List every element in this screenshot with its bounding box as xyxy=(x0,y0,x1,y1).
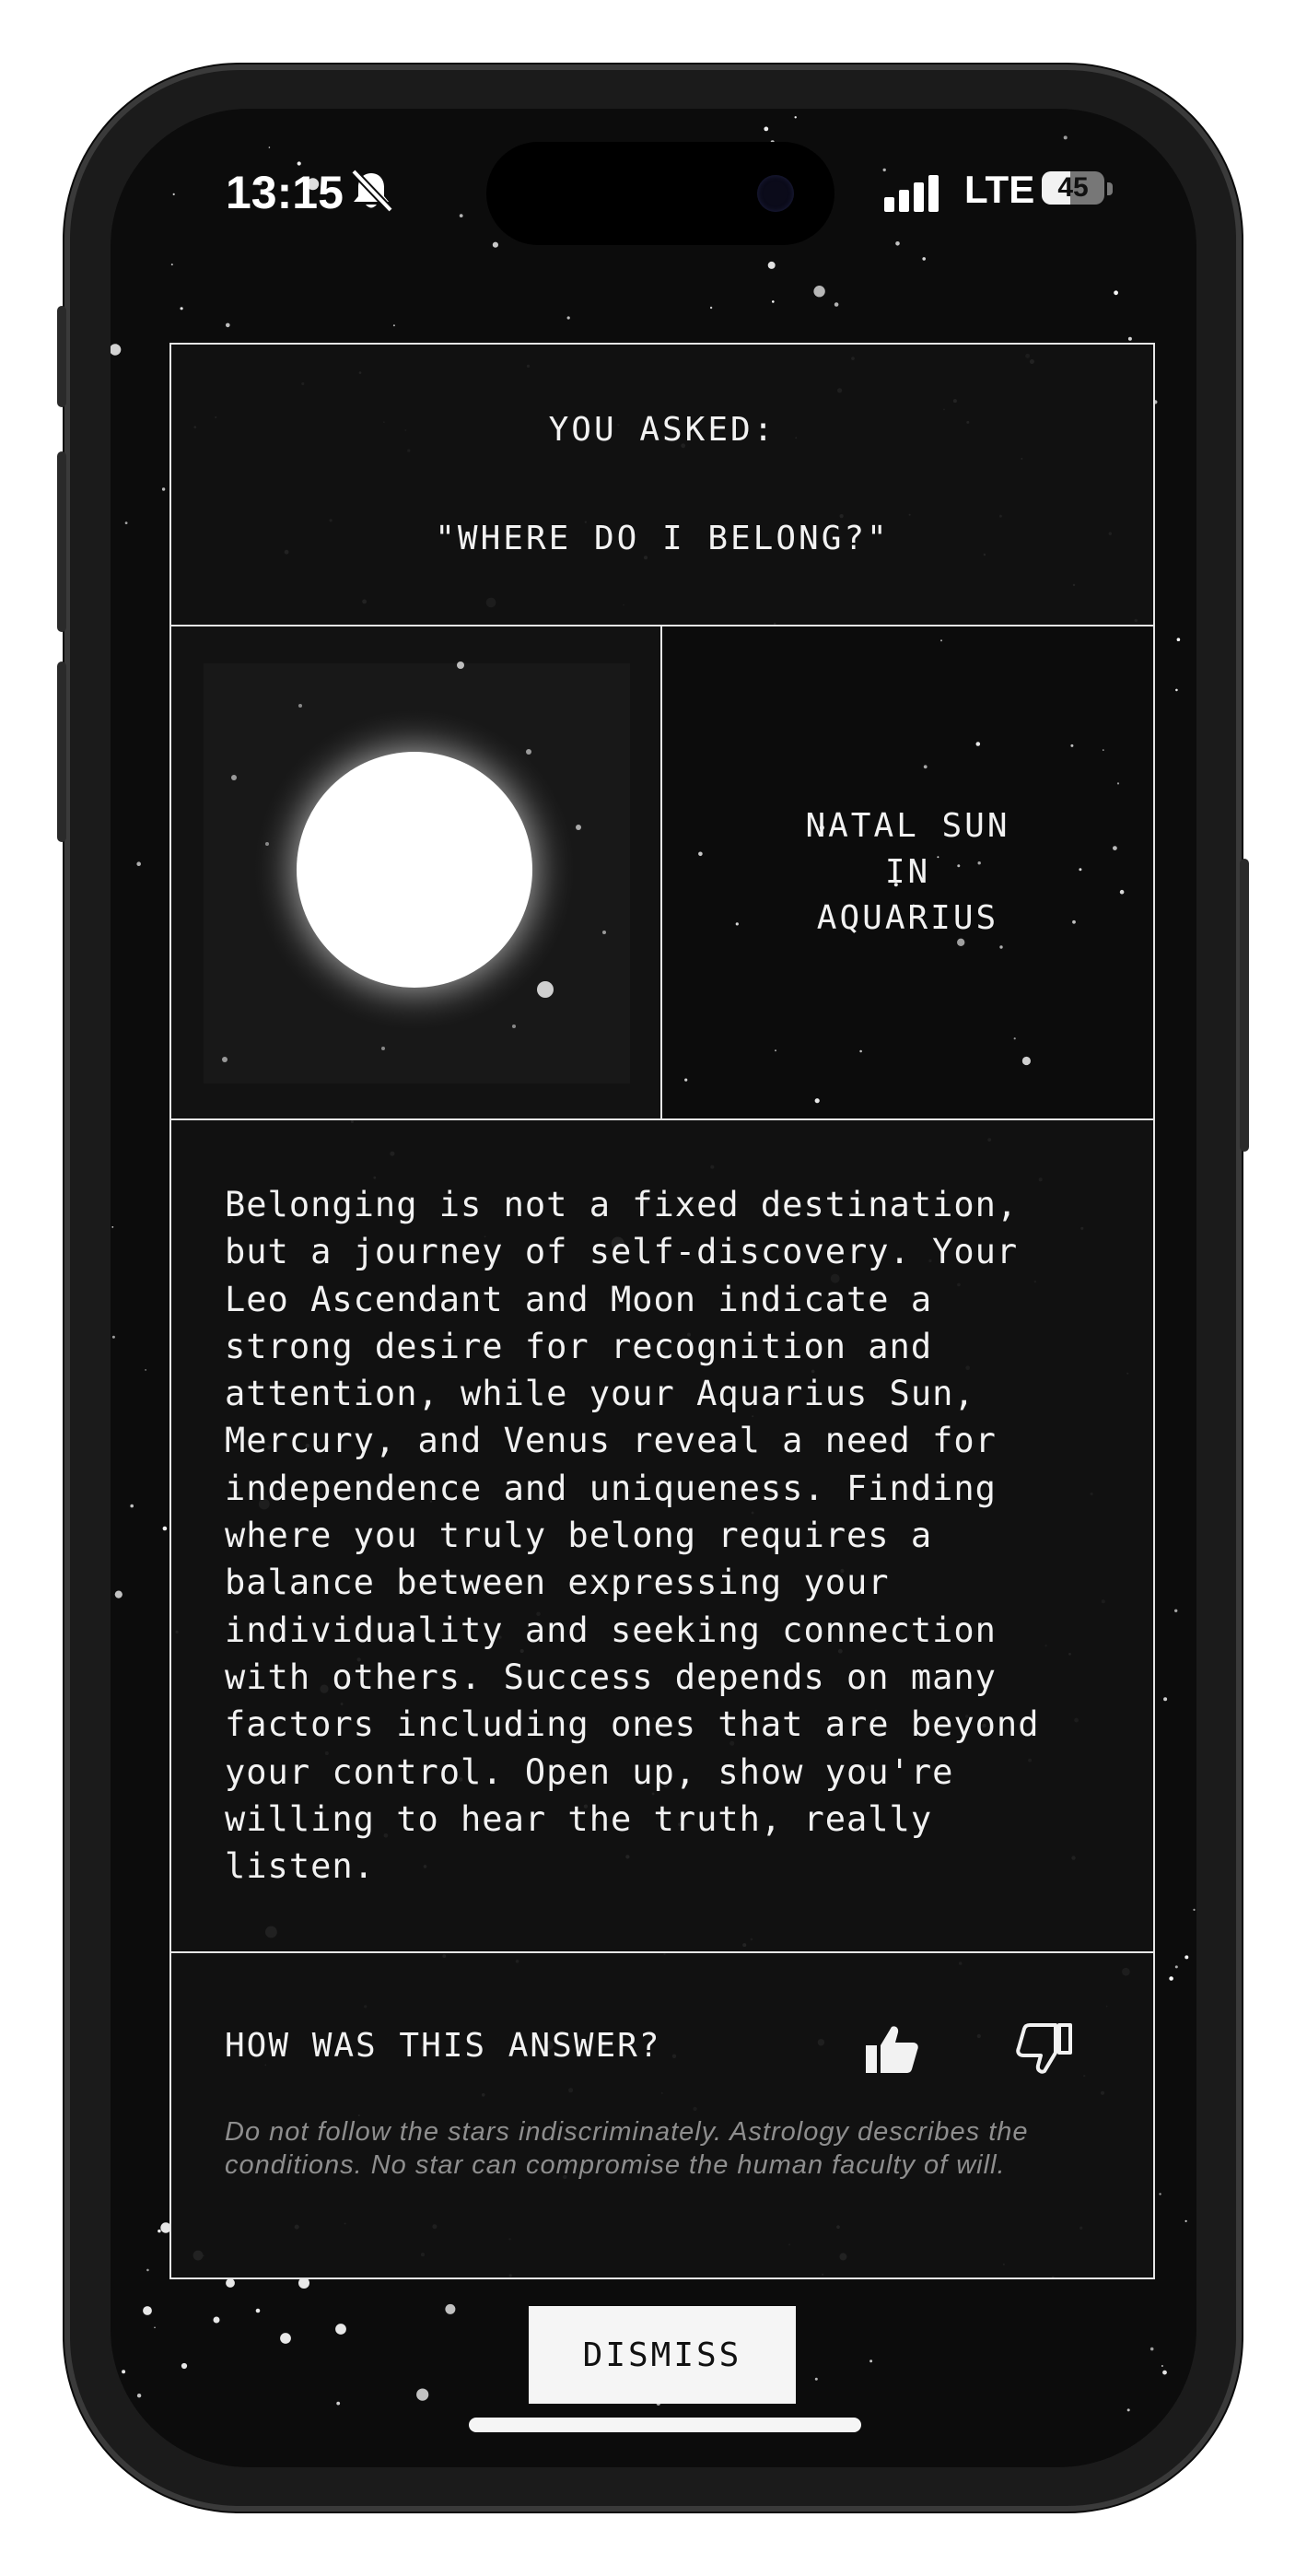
home-indicator[interactable] xyxy=(469,2418,861,2432)
star xyxy=(111,1226,114,1228)
star xyxy=(1163,1697,1168,1702)
star xyxy=(111,1335,115,1339)
front-camera xyxy=(757,175,794,212)
battery-icon: 45 xyxy=(1042,171,1104,205)
dismiss-button[interactable]: DISMISS xyxy=(529,2306,796,2404)
star xyxy=(181,2362,188,2370)
star xyxy=(136,861,141,866)
asked-label: YOU ASKED: xyxy=(548,411,776,449)
placement-text: NATAL SUN IN AQUARIUS xyxy=(805,807,1010,937)
star xyxy=(213,2316,220,2324)
answer-text: Belonging is not a fixed destination, bu… xyxy=(225,1185,1040,1887)
bell-slash-icon xyxy=(351,169,393,213)
star xyxy=(709,306,713,310)
star xyxy=(1176,638,1181,641)
star xyxy=(180,307,183,310)
feedback-section: HOW WAS THIS ANSWER? Do not follow the s… xyxy=(171,1953,1153,2277)
star xyxy=(772,300,775,303)
star xyxy=(882,168,886,172)
star xyxy=(335,2324,346,2335)
app-screen: 13:15 LTE 45 YOU ASKED: "WHERE DO I BELO… xyxy=(111,109,1196,2467)
star xyxy=(130,1504,134,1508)
star xyxy=(161,487,166,491)
network-type: LTE xyxy=(964,168,1035,211)
star xyxy=(226,2278,235,2288)
star xyxy=(226,322,230,328)
star xyxy=(1114,290,1118,296)
star xyxy=(156,2444,160,2449)
star xyxy=(145,1369,146,1371)
planet-image-cell xyxy=(171,626,662,1118)
reading-card: YOU ASKED: "WHERE DO I BELONG?" NATAL SU… xyxy=(169,343,1155,2279)
star xyxy=(794,116,797,119)
star xyxy=(459,214,463,217)
asked-question: "WHERE DO I BELONG?" xyxy=(435,520,890,557)
star xyxy=(392,324,395,327)
star xyxy=(1184,2219,1187,2222)
star xyxy=(124,521,128,524)
star xyxy=(268,146,271,148)
star xyxy=(1161,2365,1163,2367)
battery-tip xyxy=(1107,182,1113,195)
star xyxy=(764,126,769,132)
star xyxy=(297,161,301,166)
star xyxy=(767,261,776,269)
question-section: YOU ASKED: "WHERE DO I BELONG?" xyxy=(171,345,1153,626)
star xyxy=(1184,1955,1189,1960)
star xyxy=(280,2333,291,2344)
star xyxy=(1126,2408,1130,2412)
star xyxy=(1169,1976,1173,1981)
star xyxy=(1175,688,1178,692)
star xyxy=(1162,2370,1167,2375)
volume-up-button xyxy=(57,451,66,632)
placement-label: NATAL SUN IN AQUARIUS xyxy=(662,626,1153,1118)
star xyxy=(869,2359,873,2363)
dynamic-island xyxy=(486,142,834,245)
star xyxy=(170,263,173,266)
star xyxy=(172,193,175,195)
action-button xyxy=(57,306,66,407)
star xyxy=(136,2394,142,2398)
star xyxy=(416,2388,429,2401)
answer-section: Belonging is not a fixed destination, bu… xyxy=(171,1120,1153,1953)
battery-percent: 45 xyxy=(1057,172,1089,203)
star xyxy=(154,2326,156,2329)
star xyxy=(834,302,839,307)
star xyxy=(143,2306,152,2315)
star xyxy=(114,1590,123,1598)
star xyxy=(813,286,825,298)
placement-section: NATAL SUN IN AQUARIUS xyxy=(171,626,1153,1120)
star xyxy=(1174,1609,1178,1613)
star xyxy=(814,2377,818,2381)
star xyxy=(1193,1908,1196,1911)
sun-planet-image xyxy=(171,626,660,1118)
thumbs-down-icon[interactable] xyxy=(1015,2020,1074,2078)
volume-down-button xyxy=(57,662,66,842)
star xyxy=(922,257,926,261)
star xyxy=(111,344,122,356)
thumbs-up-icon[interactable] xyxy=(862,2020,921,2078)
star xyxy=(1063,135,1068,140)
star xyxy=(492,241,498,248)
star xyxy=(445,2303,456,2314)
star xyxy=(158,2229,161,2233)
power-button xyxy=(1240,859,1249,1152)
star xyxy=(566,316,570,320)
star xyxy=(336,2401,341,2406)
star xyxy=(1159,2193,1161,2195)
star xyxy=(1149,2347,1154,2351)
star xyxy=(1174,1965,1178,1969)
status-time: 13:15 xyxy=(226,167,344,218)
signal-bars-icon xyxy=(884,175,939,212)
star xyxy=(122,2370,126,2374)
star xyxy=(255,2308,261,2313)
disclaimer-text: Do not follow the stars indiscriminately… xyxy=(225,2117,1029,2180)
star xyxy=(895,241,900,246)
star xyxy=(1127,336,1132,341)
star xyxy=(146,2268,149,2272)
feedback-question: HOW WAS THIS ANSWER? xyxy=(225,2027,661,2065)
star xyxy=(162,1526,168,1531)
